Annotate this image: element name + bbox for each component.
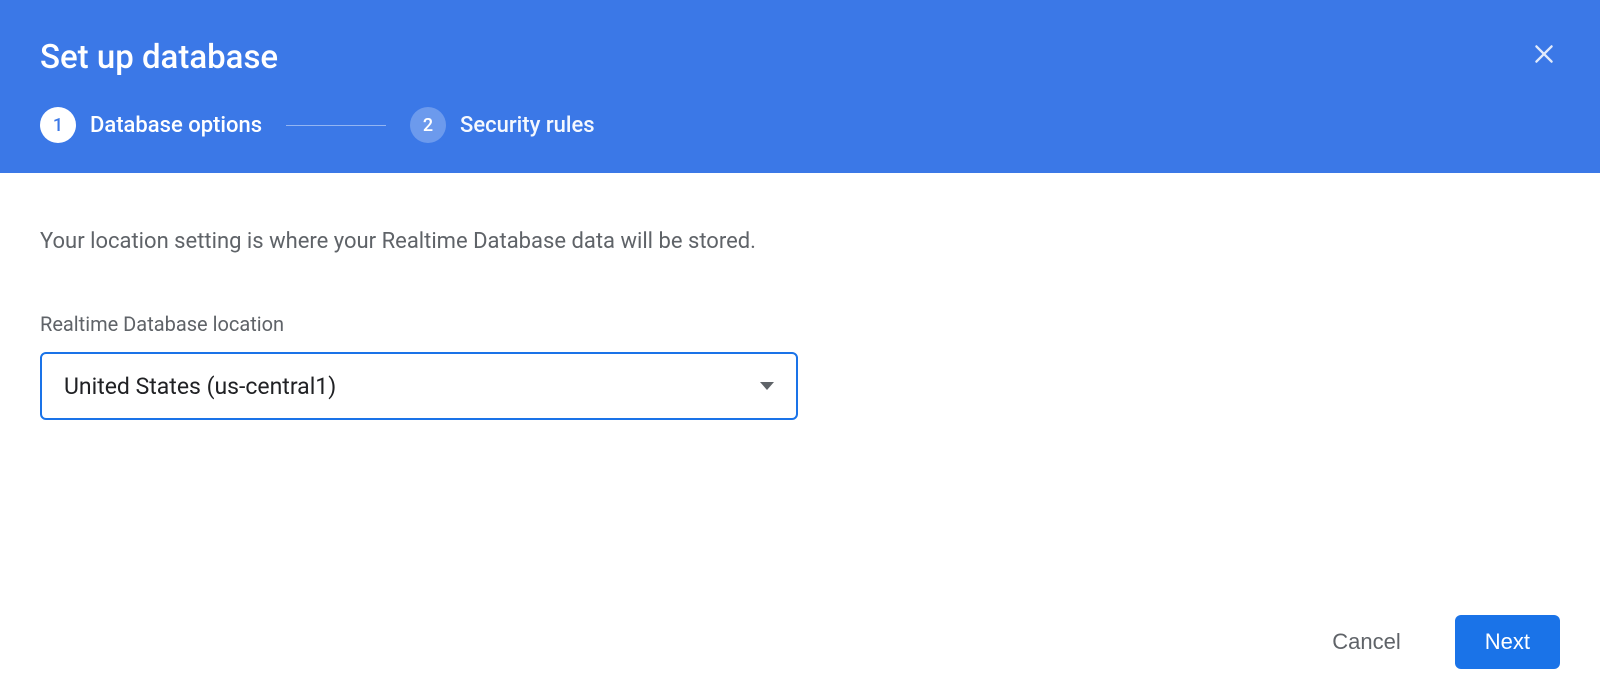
caret-down-icon (760, 382, 774, 390)
step-badge-2: 2 (410, 107, 446, 143)
location-selected-value: United States (us-central1) (64, 373, 336, 400)
dialog-content: Your location setting is where your Real… (0, 173, 1600, 420)
location-description: Your location setting is where your Real… (40, 229, 1560, 254)
step-security-rules[interactable]: 2 Security rules (410, 107, 595, 143)
step-connector (286, 125, 386, 126)
cancel-button[interactable]: Cancel (1314, 617, 1418, 667)
close-icon (1531, 41, 1557, 67)
stepper: 1 Database options 2 Security rules (40, 107, 1560, 143)
close-button[interactable] (1528, 38, 1560, 70)
dialog-footer: Cancel Next (1314, 615, 1560, 669)
step-label-1: Database options (90, 113, 262, 138)
location-field-label: Realtime Database location (40, 312, 1560, 336)
location-select[interactable]: United States (us-central1) (40, 352, 798, 420)
next-button[interactable]: Next (1455, 615, 1560, 669)
step-database-options[interactable]: 1 Database options (40, 107, 262, 143)
step-badge-1: 1 (40, 107, 76, 143)
step-label-2: Security rules (460, 113, 595, 138)
dialog-header: Set up database 1 Database options 2 Sec… (0, 0, 1600, 173)
dialog-title: Set up database (40, 38, 1560, 77)
